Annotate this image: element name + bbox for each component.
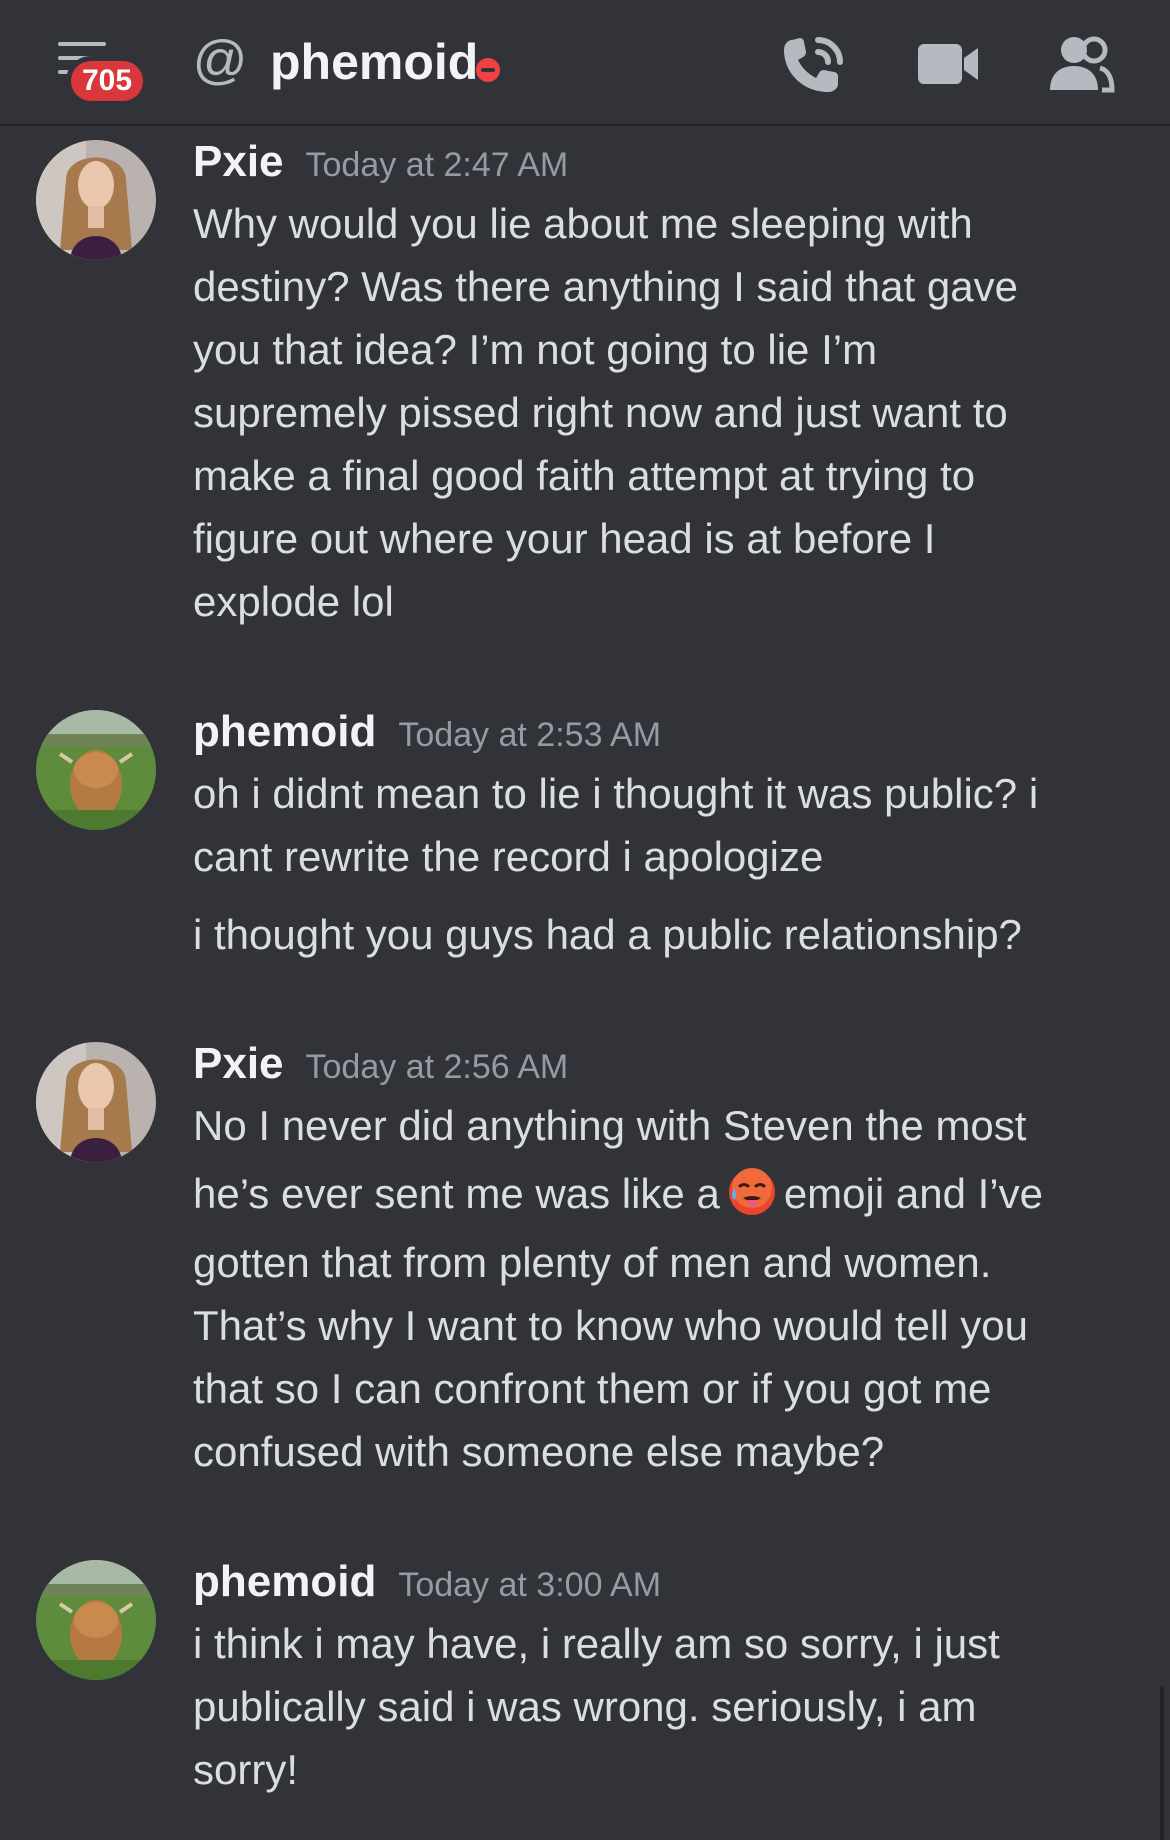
avatar[interactable] [36, 140, 156, 260]
hot-face-emoji-icon [726, 1166, 778, 1218]
message-header: Pxie Today at 2:47 AM [193, 126, 568, 201]
members-icon[interactable] [1044, 30, 1116, 98]
scrollbar[interactable] [1160, 1686, 1164, 1840]
message-timestamp: Today at 2:47 AM [305, 146, 569, 184]
avatar[interactable] [36, 1560, 156, 1680]
unread-badge: 705 [66, 56, 148, 106]
author-name[interactable]: Pxie [193, 1039, 284, 1088]
message-line: gotten that from plenty of men and women… [193, 1239, 992, 1286]
message-line: Why would you lie about me sleeping with [193, 200, 973, 247]
message-line: That’s why I want to know who would tell… [193, 1302, 1028, 1349]
message-line: cant rewrite the record i apologize [193, 833, 824, 880]
message-line: make a final good faith attempt at tryin… [193, 452, 976, 499]
message-line: explode lol [193, 578, 394, 625]
message-line: oh i didnt mean to lie i thought it was … [193, 770, 1039, 817]
message-line: that so I can confront them or if you go… [193, 1365, 992, 1412]
message-line: you that idea? I’m not going to lie I’m [193, 326, 878, 373]
message-line: i think i may have, i really am so sorry… [193, 1620, 1000, 1667]
message-header: phemoid Today at 3:00 AM [193, 1546, 661, 1621]
voice-call-icon[interactable] [778, 30, 850, 98]
message-item[interactable]: Pxie Today at 2:47 AM Why would you lie a… [0, 126, 1170, 646]
message-header: phemoid Today at 2:53 AM [193, 696, 661, 771]
message-content: Why would you lie about me sleeping with… [193, 192, 1133, 633]
avatar[interactable] [36, 1042, 156, 1162]
author-name[interactable]: phemoid [193, 707, 376, 756]
dnd-status-icon [476, 58, 500, 82]
message-line: i thought you guys had a public relation… [193, 911, 1022, 958]
message-list: Pxie Today at 2:47 AM Why would you lie a… [0, 126, 1170, 1840]
message-line: publically said i was wrong. seriously, … [193, 1683, 977, 1730]
message-item[interactable]: Pxie Today at 2:56 AM No I never did anyt… [0, 1028, 1170, 1475]
message-content: No I never did anything with Steven the … [193, 1094, 1133, 1483]
video-call-icon[interactable] [912, 30, 984, 98]
message-item[interactable]: phemoid Today at 3:00 AM i think i may ha… [0, 1546, 1170, 1806]
message-fragment: he’s ever sent me was like a [193, 1170, 720, 1217]
message-line: sorry! [193, 1746, 298, 1793]
message-content: oh i didnt mean to lie i thought it was … [193, 762, 1133, 966]
message-timestamp: Today at 3:00 AM [398, 1566, 662, 1604]
message-line: destiny? Was there anything I said that … [193, 263, 1018, 310]
avatar[interactable] [36, 710, 156, 830]
message-header: Pxie Today at 2:56 AM [193, 1028, 568, 1103]
message-timestamp: Today at 2:56 AM [305, 1048, 569, 1086]
message-line: No I never did anything with Steven the … [193, 1102, 1027, 1149]
message-content: i think i may have, i really am so sorry… [193, 1612, 1133, 1801]
at-icon: @ [192, 30, 248, 90]
message-line: figure out where your head is at before … [193, 515, 936, 562]
channel-title: phemoid [270, 34, 479, 90]
author-name[interactable]: phemoid [193, 1557, 376, 1606]
message-line: supremely pissed right now and just want… [193, 389, 1008, 436]
message-timestamp: Today at 2:53 AM [398, 716, 662, 754]
channel-header: 705 @ phemoid [0, 0, 1170, 126]
author-name[interactable]: Pxie [193, 137, 284, 186]
dm-screen: 705 @ phemoid Pxie Today at 2:47 AM Why … [0, 0, 1170, 1840]
message-fragment: emoji and I’ve [783, 1170, 1043, 1217]
message-item[interactable]: phemoid Today at 2:53 AM oh i didnt mean … [0, 696, 1170, 958]
message-line: confused with someone else maybe? [193, 1428, 885, 1475]
message-line: he’s ever sent me was like a emoji and I… [193, 1157, 1133, 1231]
